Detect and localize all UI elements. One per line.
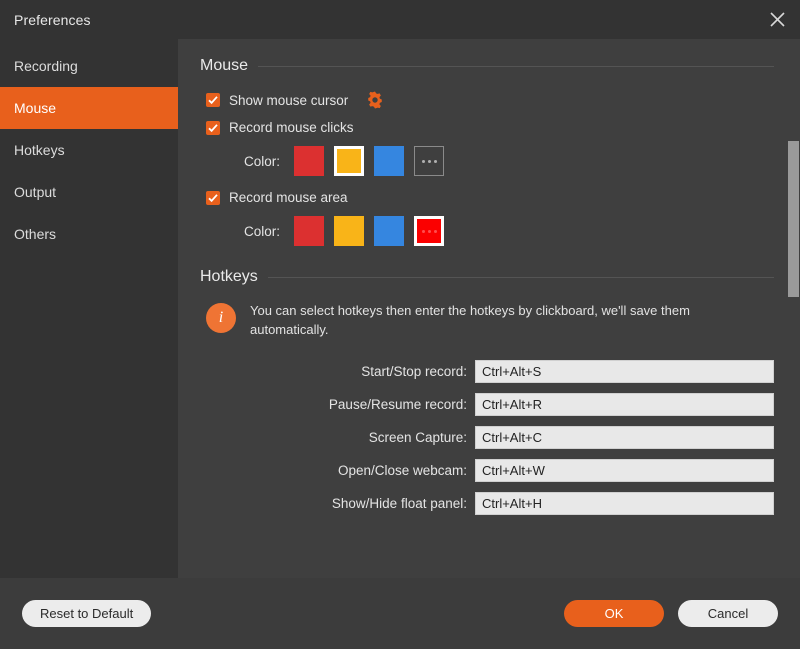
- record-area-color-row: Color:: [200, 216, 774, 246]
- show-mouse-cursor-checkbox[interactable]: [206, 93, 220, 107]
- sidebar-item-label: Recording: [14, 58, 78, 74]
- record-mouse-area-checkbox[interactable]: [206, 190, 220, 205]
- hotkeys-section-title: Hotkeys: [200, 268, 258, 285]
- title-bar: Preferences: [0, 0, 800, 39]
- ellipsis-icon: [421, 159, 437, 163]
- content-panel: Mouse Show mouse cursor Record mouse cli…: [178, 39, 800, 578]
- hotkeys-info-text: You can select hotkeys then enter the ho…: [250, 303, 690, 337]
- color-swatch-blue[interactable]: [374, 216, 404, 246]
- color-label: Color:: [243, 223, 280, 239]
- hotkey-label: Pause/Resume record:: [328, 396, 467, 412]
- record-area-swatches: [294, 216, 444, 246]
- reset-to-default-button[interactable]: Reset to Default: [22, 600, 152, 627]
- content-scrollbar[interactable]: [787, 39, 800, 578]
- info-icon: i: [206, 303, 236, 333]
- color-swatch-yellow[interactable]: [334, 216, 364, 246]
- sidebar-item-label: Mouse: [14, 100, 57, 116]
- hotkeys-section-header: Hotkeys: [200, 268, 774, 286]
- body-area: Recording Mouse Hotkeys Output Others Mo…: [0, 39, 800, 578]
- record-mouse-clicks-label: Record mouse clicks: [229, 120, 354, 135]
- ellipsis-icon: [421, 229, 437, 233]
- hotkey-row-float-panel: Show/Hide float panel:: [200, 491, 774, 515]
- hotkey-input-pause-resume[interactable]: [475, 392, 774, 416]
- mouse-section-header: Mouse: [200, 57, 774, 75]
- check-icon: [208, 96, 218, 105]
- color-swatch-blue[interactable]: [374, 146, 404, 176]
- color-swatch-yellow[interactable]: [334, 146, 364, 176]
- hotkey-label: Screen Capture:: [368, 429, 467, 445]
- close-icon[interactable]: [754, 0, 800, 39]
- hotkey-row-webcam: Open/Close webcam:: [200, 458, 774, 482]
- record-mouse-clicks-checkbox[interactable]: [206, 120, 220, 135]
- hotkeys-info-row: i You can select hotkeys then enter the …: [206, 302, 774, 340]
- window-title: Preferences: [14, 11, 91, 28]
- sidebar: Recording Mouse Hotkeys Output Others: [0, 39, 178, 578]
- check-icon: [208, 193, 218, 202]
- hotkey-input-screen-capture[interactable]: [475, 425, 774, 449]
- hotkey-label: Open/Close webcam:: [337, 462, 467, 478]
- mouse-section-title: Mouse: [200, 57, 249, 74]
- record-clicks-swatches: [294, 146, 444, 176]
- show-mouse-cursor-label: Show mouse cursor: [229, 92, 349, 108]
- sidebar-item-others[interactable]: Others: [0, 213, 178, 255]
- record-mouse-area-label: Record mouse area: [229, 190, 348, 205]
- color-swatch-more-button[interactable]: [414, 216, 444, 246]
- hotkey-label: Show/Hide float panel:: [331, 495, 467, 511]
- gear-icon[interactable]: [366, 91, 384, 109]
- cancel-button[interactable]: Cancel: [678, 600, 778, 627]
- footer-actions: OK Cancel: [564, 600, 778, 627]
- sidebar-item-label: Others: [14, 226, 57, 242]
- color-swatch-red[interactable]: [294, 146, 324, 176]
- sidebar-item-hotkeys[interactable]: Hotkeys: [0, 129, 178, 171]
- content-scroll-area: Mouse Show mouse cursor Record mouse cli…: [178, 39, 800, 578]
- sidebar-item-label: Hotkeys: [14, 142, 65, 158]
- color-label: Color:: [243, 153, 280, 169]
- section-divider: [267, 276, 774, 278]
- record-mouse-area-row: Record mouse area: [200, 190, 774, 205]
- footer-bar: Reset to Default OK Cancel: [0, 578, 800, 649]
- color-swatch-more-button[interactable]: [414, 146, 444, 176]
- show-mouse-cursor-row: Show mouse cursor: [200, 91, 774, 109]
- hotkey-row-start-stop: Start/Stop record:: [200, 359, 774, 383]
- check-icon: [208, 123, 218, 132]
- hotkey-label: Start/Stop record:: [361, 363, 467, 379]
- sidebar-item-recording[interactable]: Recording: [0, 45, 178, 87]
- ok-button[interactable]: OK: [564, 600, 664, 627]
- close-glyph: [769, 12, 785, 27]
- gear-glyph: [368, 91, 383, 109]
- preferences-window: Preferences Recording Mouse Hotkeys Outp…: [0, 0, 800, 649]
- hotkey-row-screen-capture: Screen Capture:: [200, 425, 774, 449]
- hotkey-input-webcam[interactable]: [475, 458, 774, 482]
- sidebar-item-mouse[interactable]: Mouse: [0, 87, 178, 129]
- record-clicks-color-row: Color:: [200, 146, 774, 176]
- hotkey-row-pause-resume: Pause/Resume record:: [200, 392, 774, 416]
- sidebar-item-output[interactable]: Output: [0, 171, 178, 213]
- color-swatch-red[interactable]: [294, 216, 324, 246]
- scrollbar-thumb[interactable]: [788, 141, 799, 297]
- hotkey-input-float-panel[interactable]: [475, 491, 774, 515]
- hotkey-input-start-stop[interactable]: [475, 359, 774, 383]
- sidebar-item-label: Output: [14, 184, 57, 200]
- section-divider: [258, 65, 774, 67]
- record-mouse-clicks-row: Record mouse clicks: [200, 120, 774, 135]
